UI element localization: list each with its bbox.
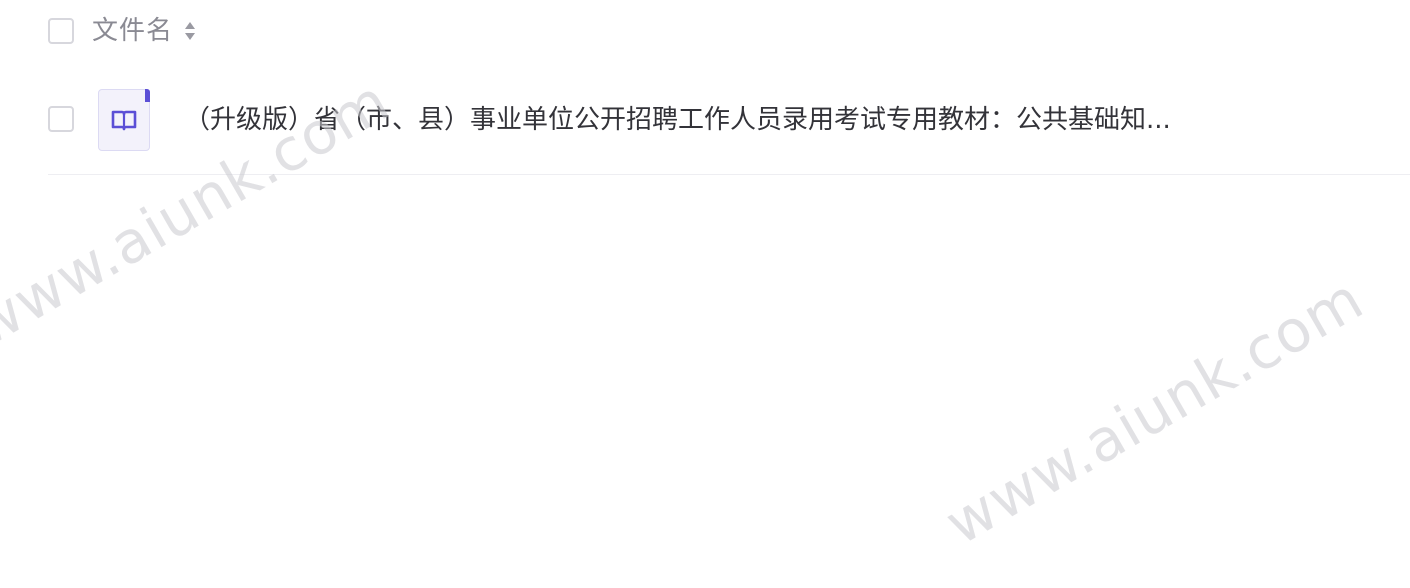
filename-column-header[interactable]: 文件名 [92,12,173,50]
watermark: www.aiunk.com [934,264,1375,558]
sort-icon[interactable] [183,18,197,44]
file-list-header: 文件名 [48,12,197,50]
book-icon [98,89,150,151]
file-list-page: 文件名 （升级版）省（市、县）事业单位公开招聘工作人员录用考试专用教材：公共基础… [0,0,1410,588]
file-name[interactable]: （升级版）省（市、县）事业单位公开招聘工作人员录用考试专用教材：公共基础知... [184,100,1171,140]
file-icon-corner [145,89,150,102]
table-row[interactable]: （升级版）省（市、县）事业单位公开招聘工作人员录用考试专用教材：公共基础知... [0,82,1410,174]
row-divider [48,174,1410,175]
row-checkbox[interactable] [48,106,74,132]
select-all-checkbox[interactable] [48,18,74,44]
